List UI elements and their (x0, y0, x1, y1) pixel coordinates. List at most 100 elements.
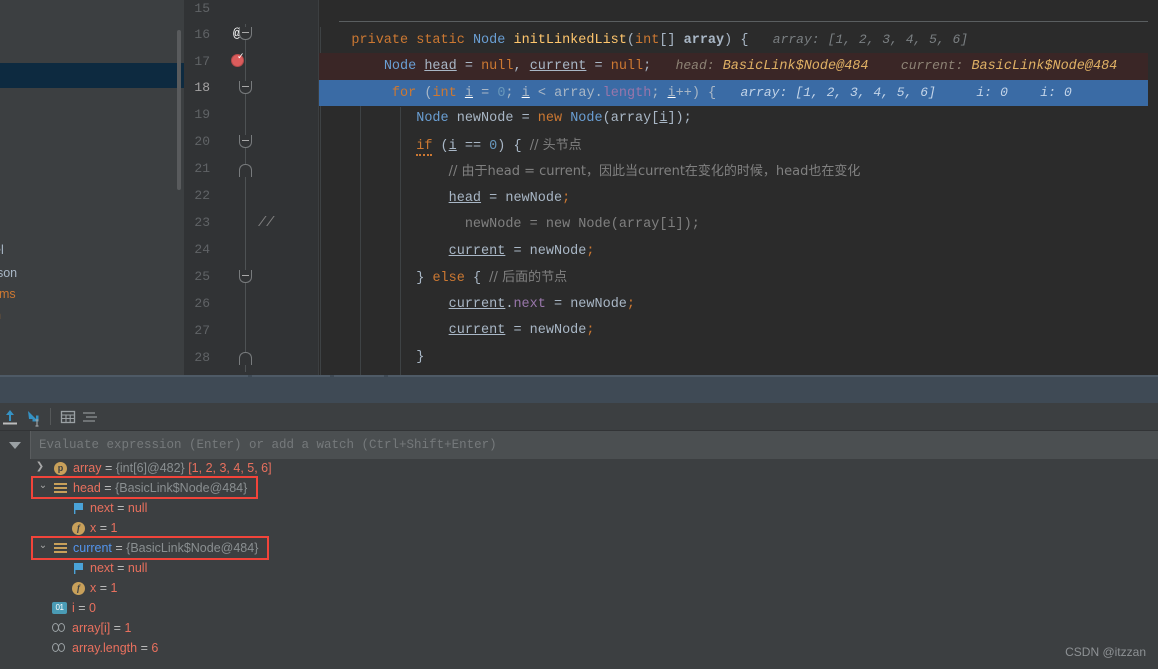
token-variable: newNode (456, 111, 514, 126)
line-number: 23 (194, 215, 210, 230)
chevron-down-icon[interactable]: ⌄ (37, 480, 49, 491)
token-comment: // 由于head = current，因此当current在变化的时候，hea… (448, 164, 861, 179)
completion-popup-partial[interactable]: el rison ems h (0, 0, 184, 375)
group-by-type-icon[interactable] (80, 407, 100, 427)
variable-row-next[interactable]: next = null (0, 559, 1158, 579)
completion-item-fragment[interactable]: h (0, 308, 1, 322)
fold-marker-icon[interactable] (239, 27, 252, 40)
code-line[interactable]: } (319, 345, 1158, 372)
inline-hint-label: i: (976, 84, 992, 100)
token-variable: newNode (505, 190, 563, 206)
evaluate-expression-bar[interactable]: Evaluate expression (Enter) or add a wat… (0, 431, 1158, 459)
token-type: Node (383, 59, 417, 74)
line-number: 28 (194, 350, 210, 365)
token-brace: } (416, 349, 425, 365)
inline-hint-value: [1, 2, 3, 4, 5, 6] (827, 31, 969, 47)
inline-hint-label: head: (675, 58, 715, 73)
token-variable: newNode (529, 323, 587, 338)
code-line-current-execution[interactable]: for (int i = 0; i < array.length; i++) {… (319, 79, 1158, 106)
code-line[interactable]: head = newNode; (319, 186, 1158, 213)
token-comment: // 头节点 (529, 137, 582, 153)
token-keyword: if (416, 138, 433, 156)
token-keyword: new (537, 111, 563, 126)
code-line-breakpoint[interactable]: Node head = null, current = null; head: … (319, 53, 1158, 80)
flag-icon (72, 502, 85, 515)
variable-row-x[interactable]: f x = 1 (0, 519, 1158, 539)
code-line[interactable]: Node newNode = new Node(array[i]); (319, 106, 1158, 133)
code-line[interactable] (319, 0, 1158, 27)
token-variable: i (448, 138, 457, 154)
fold-marker-icon[interactable] (239, 352, 252, 365)
token-comment: // 后面的节点 (489, 270, 568, 285)
variable-row-x[interactable]: f x = 1 (0, 579, 1158, 599)
table-view-icon[interactable] (58, 407, 78, 427)
code-line[interactable]: current = newNode; (319, 239, 1158, 266)
code-editor[interactable]: el rison ems h 15 16 17 18 19 20 21 22 2… (0, 0, 1158, 375)
line-number: 22 (194, 188, 210, 203)
watch-row-array-length[interactable]: array.length = 6 (0, 639, 1158, 659)
token-type: Node (578, 217, 611, 232)
token-variable: current (448, 323, 506, 338)
variable-row-array[interactable]: ❯ p array = {int[6]@482} [1, 2, 3, 4, 5,… (0, 459, 1158, 479)
splitter-segment (334, 375, 384, 377)
token-method: initLinkedList (513, 32, 627, 48)
watermark: CSDN @itzzan (1065, 645, 1146, 659)
code-content[interactable]: private static Node initLinkedList(int[]… (319, 0, 1158, 375)
variable-label: x = 1 (90, 521, 118, 535)
code-line[interactable]: current.next = newNode; (319, 292, 1158, 319)
variable-row-head[interactable]: ⌄ head = {BasicLink$Node@484} (0, 479, 1158, 499)
step-out-icon[interactable] (0, 407, 20, 427)
code-line[interactable]: private static Node initLinkedList(int[]… (319, 27, 1158, 54)
completion-selected-row[interactable] (0, 63, 184, 88)
code-line[interactable]: } else { // 后面的节点 (319, 265, 1158, 292)
editor-scrollbar[interactable] (1148, 0, 1158, 375)
inline-hint-value: 0 (1064, 84, 1072, 100)
debugger-toolbar[interactable] (0, 403, 1158, 431)
token-variable: newNode (570, 296, 627, 312)
completion-item-fragment[interactable]: el (0, 243, 4, 257)
breakpoint-icon[interactable] (231, 52, 245, 67)
code-line[interactable]: // 由于head = current，因此当current在变化的时候，hea… (319, 159, 1158, 186)
variable-label: array.length = 6 (72, 641, 159, 655)
inline-hint-value: BasicLink$Node@484 (971, 59, 1118, 74)
debugger-panel[interactable]: Evaluate expression (Enter) or add a wat… (0, 403, 1158, 669)
token-keyword: new (545, 217, 571, 232)
variable-row-current[interactable]: ⌄ current = {BasicLink$Node@484} (0, 539, 1158, 559)
watch-row-array-index[interactable]: array[i] = 1 (0, 619, 1158, 639)
line-number: 20 (194, 134, 210, 149)
token-variable: current (448, 243, 506, 259)
chevron-right-icon[interactable]: ❯ (34, 461, 46, 472)
variable-row-i[interactable]: 01 i = 0 (0, 599, 1158, 619)
token-keyword: null (481, 59, 514, 74)
variable-label: i = 0 (72, 601, 96, 615)
variables-tree[interactable]: ❯ p array = {int[6]@482} [1, 2, 3, 4, 5,… (0, 459, 1158, 669)
code-line[interactable]: if (i == 0) { // 头节点 (319, 133, 1158, 160)
token-variable: i (667, 217, 676, 232)
fold-marker-icon[interactable] (239, 135, 252, 148)
evaluate-history-dropdown[interactable] (0, 431, 30, 459)
token-type: Node (472, 32, 506, 48)
evaluate-expression-input[interactable]: Evaluate expression (Enter) or add a wat… (30, 431, 1158, 459)
fold-marker-icon[interactable] (239, 164, 252, 177)
token-keyword: static (416, 32, 465, 48)
drop-frame-icon[interactable] (24, 407, 44, 427)
line-number: 15 (194, 1, 210, 16)
fold-marker-icon[interactable] (239, 81, 252, 94)
gutter-comment-marker: // (258, 216, 275, 231)
fold-marker-icon[interactable] (239, 270, 252, 283)
debug-panel-splitter[interactable] (0, 375, 1158, 403)
token-variable: head (424, 59, 457, 74)
variable-label: x = 1 (90, 581, 118, 595)
fold-guide-line (245, 24, 246, 372)
token-keyword: for (391, 85, 417, 101)
token-keyword: else (432, 271, 465, 286)
completion-item-fragment[interactable]: ems (0, 287, 16, 301)
editor-gutter[interactable]: 15 16 17 18 19 20 21 22 23 24 25 26 27 2… (184, 0, 319, 375)
chevron-down-icon[interactable]: ⌄ (37, 540, 49, 551)
line-number: 25 (194, 269, 210, 284)
token-variable: array (618, 217, 660, 232)
code-line[interactable]: current = newNode; (319, 318, 1158, 345)
completion-item-fragment[interactable]: rison (0, 266, 17, 280)
code-line-commented[interactable]: newNode = new Node(array[i]); (319, 212, 1158, 239)
variable-row-next[interactable]: next = null (0, 499, 1158, 519)
